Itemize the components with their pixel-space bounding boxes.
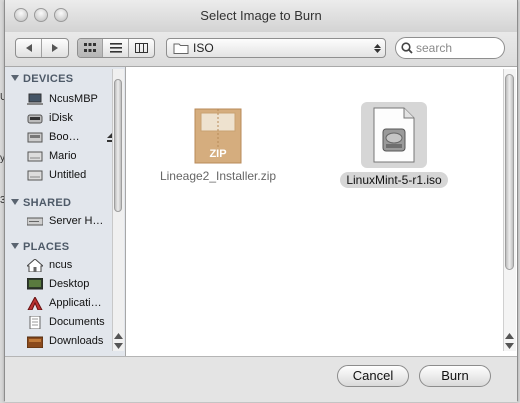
view-mode-control [77,38,155,58]
laptop-icon [27,93,43,105]
file-dialog-window: Select Image to Burn ISO search DEVICES … [4,0,518,402]
sidebar-item-label: Downloads [49,335,104,347]
sidebar-scrollbar[interactable] [112,69,124,351]
selection-highlight [361,102,427,168]
disclosure-triangle-icon [11,243,19,249]
file-item[interactable]: ZIP Lineage2_Installer.zip [148,107,288,183]
section-label: PLACES [23,241,70,253]
search-field[interactable]: search [395,37,505,59]
sidebar-item-label: Desktop [49,278,90,290]
sidebar-section-devices[interactable]: DEVICES [11,73,73,85]
column-view-icon [134,43,148,53]
sidebar-item-label: Applicati… [49,297,102,309]
back-forward-control [15,38,69,58]
sidebar-item-label: Boo… [49,131,80,143]
sidebar-item-downloads[interactable]: Downloads [27,332,117,350]
sidebar-item-idisk[interactable]: iDisk [27,109,117,127]
file-name: LinuxMint-5-r1.iso [340,172,448,188]
button-bar: Cancel Burn [5,356,517,402]
back-button[interactable] [16,39,43,57]
zip-archive-icon: ZIP [194,108,242,164]
search-placeholder: search [416,41,453,55]
location-popup[interactable]: ISO [166,38,386,58]
sidebar-item-mario[interactable]: Mario [27,147,117,165]
hard-drive-icon [27,151,43,161]
cancel-button[interactable]: Cancel [337,365,409,387]
forward-arrow-icon [52,44,58,52]
sidebar-item-ncusmbp[interactable]: NcusMBP [27,90,117,108]
sidebar-item-untitled[interactable]: Untitled [27,166,117,184]
home-icon [27,258,43,272]
location-label: ISO [193,41,214,55]
column-view-button[interactable] [129,39,154,57]
popup-arrows-icon [369,39,385,57]
section-label: SHARED [23,197,72,209]
idisk-icon [27,114,43,123]
burn-button[interactable]: Burn [419,365,491,387]
back-arrow-icon [25,44,32,52]
icon-view-button[interactable] [78,39,104,57]
sidebar-item-label: ncus [49,259,73,271]
downloads-icon [27,336,43,348]
folder-icon [173,43,189,54]
file-name: Lineage2_Installer.zip [159,169,277,183]
sidebar-item-label: Untitled [49,169,87,181]
disclosure-triangle-icon [11,199,19,205]
sidebar-item-boot[interactable]: Boo… [27,128,117,146]
sidebar-scroll-thumb[interactable] [114,79,122,212]
sidebar-item-applications[interactable]: Applicati… [27,294,117,312]
external-drive-icon [27,132,43,142]
toolbar: ISO search [5,32,517,67]
sidebar-item-label: NcusMBP [49,93,98,105]
icon-view-icon [84,43,97,52]
hard-drive-icon [27,170,43,180]
sidebar: DEVICES NcusMBP iDisk Boo… Mario Untitle… [5,67,126,356]
scroll-up-arrow-icon[interactable] [114,333,123,339]
sidebar-section-places[interactable]: PLACES [11,241,69,253]
file-browser-area: ZIP Lineage2_Installer.zip LinuxMint-5-r… [126,67,517,356]
title-bar: Select Image to Burn [5,0,517,33]
applications-icon [27,296,43,310]
forward-button[interactable] [42,39,68,57]
list-view-button[interactable] [103,39,129,57]
window-title: Select Image to Burn [200,8,322,23]
disclosure-triangle-icon [11,75,19,81]
sidebar-item-server[interactable]: Server H… [27,212,117,230]
sidebar-item-label: Documents [49,316,105,328]
sidebar-item-label: Server H… [49,215,104,227]
content-scroll-thumb[interactable] [505,74,514,270]
section-label: DEVICES [23,73,74,85]
scroll-up-arrow-icon[interactable] [505,333,514,339]
scroll-down-arrow-icon[interactable] [114,343,123,349]
search-icon [401,42,413,54]
sidebar-item-label: Mario [49,150,77,162]
sidebar-item-desktop[interactable]: Desktop [27,275,117,293]
sidebar-section-shared[interactable]: SHARED [11,197,71,209]
content-scrollbar[interactable] [503,69,516,351]
list-view-icon [109,43,122,53]
sidebar-item-ncus[interactable]: ncus [27,256,117,274]
sidebar-item-label: iDisk [49,112,73,124]
desktop-icon [27,277,43,289]
svg-text:ZIP: ZIP [209,148,226,160]
server-icon [27,217,43,225]
file-item-selected[interactable]: LinuxMint-5-r1.iso [324,102,464,188]
documents-icon [29,315,41,329]
sidebar-item-documents[interactable]: Documents [27,313,117,331]
disk-image-icon [373,107,415,163]
scroll-down-arrow-icon[interactable] [505,343,514,349]
